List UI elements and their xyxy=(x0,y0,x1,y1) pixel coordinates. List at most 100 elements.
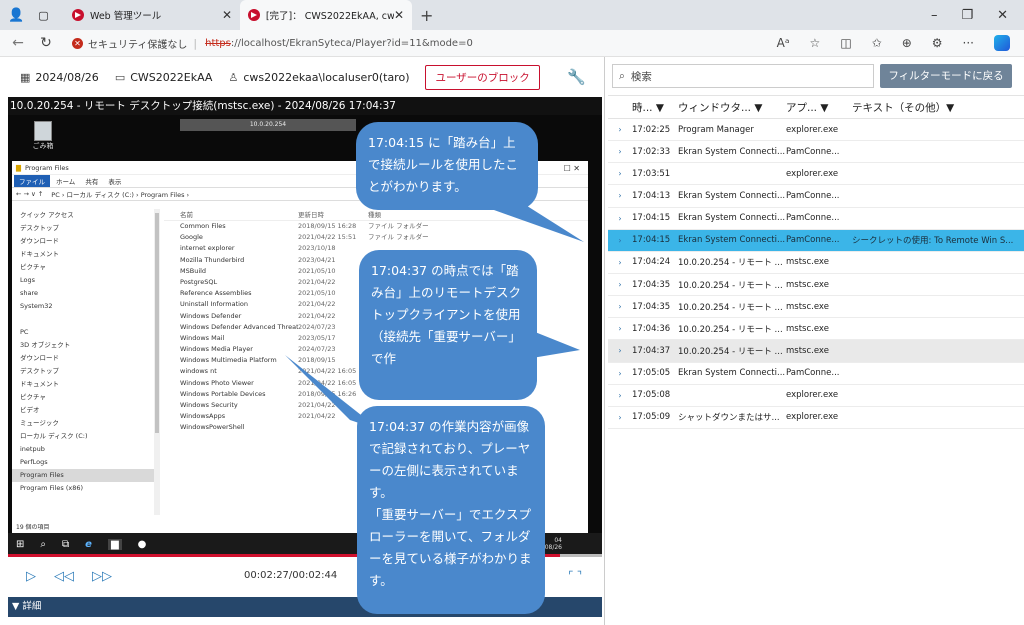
restore-icon[interactable]: ❐ xyxy=(961,8,973,23)
col-window-header[interactable]: ウィンドウタ... ▼ xyxy=(678,100,786,115)
new-tab-button[interactable]: + xyxy=(412,0,441,30)
more-icon[interactable]: ··· xyxy=(963,36,974,50)
expand-chevron-icon[interactable]: › xyxy=(608,169,632,178)
expand-chevron-icon[interactable]: › xyxy=(608,324,632,333)
file-date: 2018/09/15 xyxy=(298,356,336,365)
callout-connection-rule: 17:04:15 に「踏み台」上で接続ルールを使用したことがわかります。 xyxy=(356,122,538,210)
calendar-icon: ▦ xyxy=(20,70,31,84)
block-user-button[interactable]: ユーザーのブロック xyxy=(425,64,540,90)
play-icon[interactable]: ▷ xyxy=(26,569,36,584)
expand-chevron-icon[interactable]: › xyxy=(608,302,632,311)
col-app-header[interactable]: アプ... ▼ xyxy=(786,100,852,115)
event-row[interactable]: › 17:04:37 10.0.20.254 - リモート ... mstsc.exe xyxy=(608,340,1024,363)
expand-chevron-icon[interactable]: › xyxy=(608,280,632,289)
split-screen-icon[interactable]: ◫ xyxy=(840,36,851,50)
file-date: 2021/04/22 xyxy=(298,311,336,320)
tab-close-icon[interactable]: ✕ xyxy=(394,8,404,22)
file-name: Windows Security xyxy=(180,401,238,409)
event-app: PamConne... xyxy=(786,235,840,246)
minimize-icon[interactable]: – xyxy=(931,8,938,23)
event-app: mstsc.exe xyxy=(786,279,829,290)
url-field[interactable]: https://localhost/EkranSyteca/Player?id=… xyxy=(205,38,473,49)
expand-chevron-icon[interactable]: › xyxy=(608,236,632,245)
browser-toolbar: Aᵃ ☆ ◫ ✩ ⊕ ⚙ ··· xyxy=(777,35,1024,51)
nav-item: ピクチャ xyxy=(20,393,46,401)
fast-forward-icon[interactable]: ▷▷ xyxy=(92,569,112,584)
expand-chevron-icon[interactable]: › xyxy=(608,413,632,422)
event-row[interactable]: › 17:02:33 Ekran System Connecti... PamConn… xyxy=(608,141,1024,164)
expand-chevron-icon[interactable]: › xyxy=(608,391,632,400)
task-view-icon: ⧉ xyxy=(62,538,70,550)
event-app: mstsc.exe xyxy=(786,301,829,312)
computer-text: CWS2022EkAA xyxy=(130,70,213,84)
expand-chevron-icon[interactable]: › xyxy=(608,369,632,378)
ie-icon: e xyxy=(85,538,92,550)
event-row[interactable]: › 17:04:36 10.0.20.254 - リモート ... mstsc.exe xyxy=(608,318,1024,341)
ribbon-tab: 共有 xyxy=(85,178,99,186)
video-title: 10.0.20.254 - リモート デスクトップ接続(mstsc.exe) -… xyxy=(8,97,602,115)
back-icon[interactable]: ← xyxy=(8,35,28,51)
event-app: mstsc.exe xyxy=(786,345,829,356)
event-row[interactable]: › 17:03:51 explorer.exe xyxy=(608,163,1024,186)
playback-time: 00:02:27/00:02:44 xyxy=(244,570,338,581)
event-row[interactable]: › 17:05:05 Ekran System Connecti... PamConn… xyxy=(608,363,1024,385)
security-indicator[interactable]: ✕ セキュリティ保護なし xyxy=(72,36,187,51)
extensions-icon[interactable]: ⚙ xyxy=(932,36,943,50)
app-favicon-icon xyxy=(72,9,84,21)
event-time: 17:02:33 xyxy=(632,146,671,157)
rewind-icon[interactable]: ◁◁ xyxy=(54,569,74,584)
fullscreen-icon[interactable]: ⌜ ⌝ xyxy=(568,569,582,582)
refresh-icon[interactable]: ↻ xyxy=(36,35,56,51)
file-date: 2021/04/22 xyxy=(298,401,336,409)
profile-icon[interactable]: 👤 xyxy=(8,8,24,23)
session-header: ▦ 2024/08/26 ▭ CWS2022EkAA ♙ cws2022ekaa\lo… xyxy=(0,57,604,97)
favorites-icon[interactable]: ✩ xyxy=(872,36,882,50)
file-name: Windows Multimedia Platform xyxy=(180,356,277,365)
event-row[interactable]: › 17:04:13 Ekran System Connecti... PamConn… xyxy=(608,185,1024,208)
event-row[interactable]: › 17:05:09 シャットダウンまたはサ... explorer.exe xyxy=(608,407,1024,429)
event-row[interactable]: › 17:04:24 10.0.20.254 - リモート ... mstsc.exe xyxy=(608,252,1024,274)
expand-chevron-icon[interactable]: › xyxy=(608,258,632,267)
collections-icon[interactable]: ⊕ xyxy=(902,36,912,50)
col-text-header[interactable]: テキスト（その他）▼ xyxy=(852,100,1018,115)
expand-chevron-icon[interactable]: › xyxy=(608,125,632,134)
close-window-icon[interactable]: ✕ xyxy=(997,8,1008,23)
session-user: ♙ cws2022ekaa\localuser0(taro) xyxy=(228,71,409,84)
events-table-header: 時... ▼ ウィンドウタ... ▼ アプ... ▼ テキスト（その他）▼ xyxy=(608,95,1024,119)
tab-web-admin[interactable]: Web 管理ツール ✕ xyxy=(64,0,240,30)
panel-divider xyxy=(604,57,605,625)
file-date: 2021/04/22 16:05 xyxy=(298,367,357,376)
event-time: 17:04:15 xyxy=(632,235,671,246)
expand-chevron-icon[interactable]: › xyxy=(608,147,632,156)
event-row[interactable]: › 17:04:35 10.0.20.254 - リモート ... mstsc.exe xyxy=(608,274,1024,297)
app-taskbar-icon: ● xyxy=(137,538,147,550)
tab-actions-icon[interactable]: ▢ xyxy=(38,9,48,22)
expand-chevron-icon[interactable]: › xyxy=(608,214,632,223)
read-aloud-icon[interactable]: Aᵃ xyxy=(777,36,790,50)
file-list-header: 名前 更新日時 種類 xyxy=(164,209,588,221)
tab-player[interactable]: [完了]： CWS2022EkAA, cws2022 ✕ xyxy=(240,0,412,30)
event-window: 10.0.20.254 - リモート ... xyxy=(678,280,783,291)
event-row[interactable]: › 17:04:15 Ekran System Connecti... PamConn… xyxy=(608,208,1024,230)
expand-chevron-icon[interactable]: › xyxy=(608,191,632,200)
favorite-star-icon[interactable]: ☆ xyxy=(810,36,821,50)
event-window: Ekran System Connecti... xyxy=(678,213,786,224)
filter-mode-button[interactable]: フィルターモードに戻る xyxy=(880,64,1012,88)
copilot-icon[interactable] xyxy=(994,35,1010,51)
expand-chevron-icon[interactable]: › xyxy=(608,346,632,355)
event-row[interactable]: › 17:04:15 Ekran System Connecti... PamConn… xyxy=(608,229,1024,252)
nav-item: PC xyxy=(20,328,29,336)
event-window: Ekran System Connecti... xyxy=(678,190,786,201)
event-row[interactable]: › 17:04:35 10.0.20.254 - リモート ... mstsc.exe xyxy=(608,296,1024,319)
col-time-header[interactable]: 時... ▼ xyxy=(632,100,678,115)
event-row[interactable]: › 17:05:08 explorer.exe xyxy=(608,385,1024,407)
wrench-icon[interactable]: 🔧 xyxy=(567,68,586,86)
event-time: 17:04:35 xyxy=(632,301,671,312)
explorer-taskbar-icon: ▆ xyxy=(107,538,122,550)
search-input[interactable]: ⌕ 検索 xyxy=(612,64,874,88)
event-window: Ekran System Connecti... xyxy=(678,368,786,379)
event-row[interactable]: › 17:02:25 Program Manager explorer.exe xyxy=(608,119,1024,142)
callout-rdp-client: 17:04:37 の時点では「踏み台」上のリモートデスクトップクライアントを使用… xyxy=(359,250,537,400)
tab-close-icon[interactable]: ✕ xyxy=(222,8,232,22)
event-time: 17:05:08 xyxy=(632,390,671,401)
